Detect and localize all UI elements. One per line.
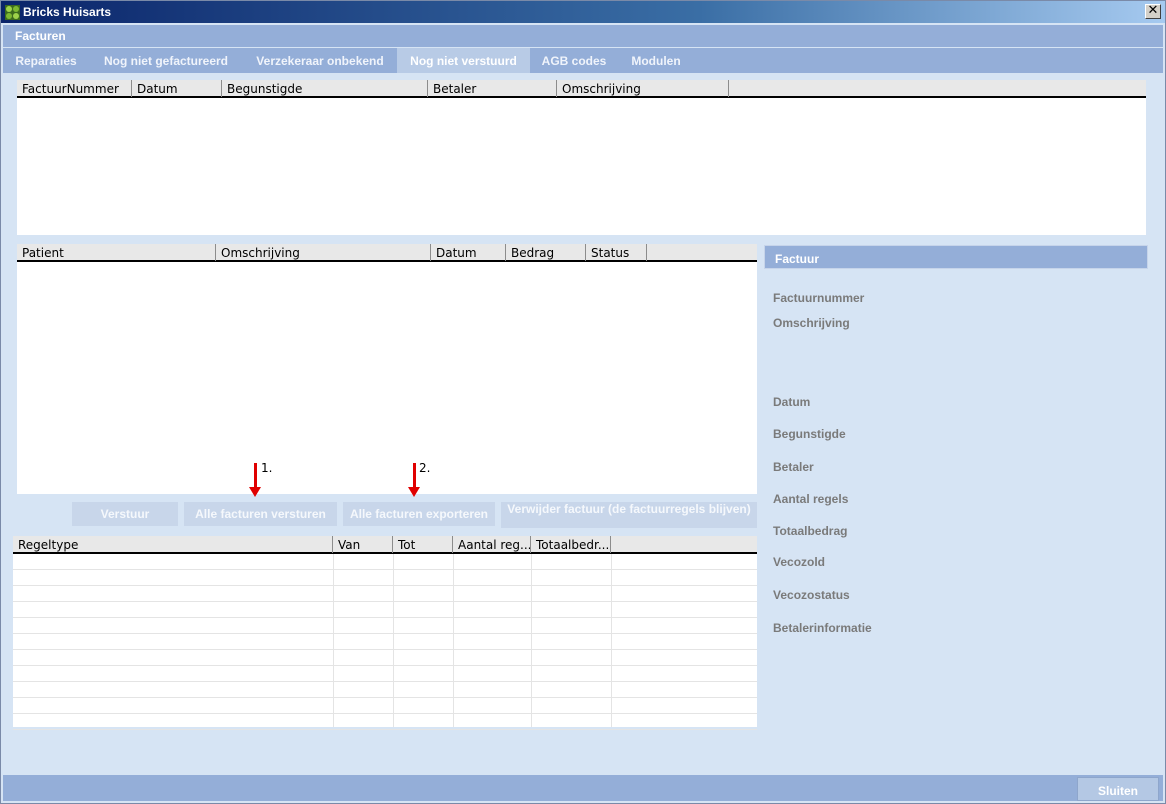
table-row[interactable] — [13, 682, 757, 698]
table-row[interactable] — [13, 618, 757, 634]
section-title: Facturen — [3, 25, 1163, 47]
patient-table-header: Patient Omschrijving Datum Bedrag Status — [17, 244, 757, 262]
table-row[interactable] — [13, 570, 757, 586]
table-row[interactable] — [13, 586, 757, 602]
column-header[interactable]: Regeltype — [13, 536, 333, 553]
footer-bar: Sluiten — [3, 775, 1163, 801]
column-header[interactable]: Datum — [431, 244, 506, 261]
field-label-begunstigde: Begunstigde — [773, 427, 846, 441]
arrow-down-icon — [408, 487, 420, 497]
tab-modulen[interactable]: Modulen — [618, 48, 694, 73]
app-window: Bricks Huisarts ✕ Facturen Reparaties No… — [0, 0, 1166, 804]
close-button[interactable]: Sluiten — [1077, 777, 1159, 801]
export-all-invoices-button[interactable]: Alle facturen exporteren — [343, 502, 495, 526]
column-header[interactable]: FactuurNummer — [17, 80, 132, 97]
annotation-arrow-1 — [254, 463, 257, 489]
column-header[interactable]: Omschrijving — [557, 80, 729, 97]
column-header[interactable]: Patient — [17, 244, 216, 261]
field-label-betalerinformatie: Betalerinformatie — [773, 621, 872, 635]
tab-nog-niet-gefactureerd[interactable]: Nog niet gefactureerd — [89, 48, 243, 73]
invoice-panel-header: Factuur — [764, 245, 1148, 269]
send-button[interactable]: Verstuur — [72, 502, 178, 526]
table-row[interactable] — [13, 714, 757, 730]
column-header[interactable]: Datum — [132, 80, 222, 97]
app-leaf-icon — [5, 5, 20, 20]
title-bar[interactable]: Bricks Huisarts ✕ — [1, 1, 1165, 23]
annotation-label-2: 2. — [419, 461, 431, 475]
send-all-invoices-button[interactable]: Alle facturen versturen — [184, 502, 337, 526]
column-header[interactable]: Totaalbedr... — [531, 536, 611, 553]
field-label-aantal-regels: Aantal regels — [773, 492, 849, 506]
close-icon: ✕ — [1147, 3, 1159, 18]
delete-invoice-button[interactable]: Verwijder factuur (de factuurregels blij… — [501, 502, 757, 528]
table-row[interactable] — [13, 650, 757, 666]
arrow-down-icon — [249, 487, 261, 497]
annotation-label-1: 1. — [261, 461, 273, 475]
column-header[interactable]: Omschrijving — [216, 244, 431, 261]
lines-table-header: Regeltype Van Tot Aantal reg... Totaalbe… — [13, 536, 757, 554]
tab-bar: Reparaties Nog niet gefactureerd Verzeke… — [3, 48, 1163, 73]
annotation-arrow-2 — [413, 463, 416, 489]
column-header[interactable]: Aantal reg... — [453, 536, 531, 553]
column-header[interactable]: Status — [586, 244, 647, 261]
column-divider — [453, 554, 454, 727]
window-title: Bricks Huisarts — [23, 5, 112, 19]
column-divider — [531, 554, 532, 727]
tab-reparaties[interactable]: Reparaties — [3, 48, 89, 73]
tab-agb-codes[interactable]: AGB codes — [530, 48, 618, 73]
field-label-totaalbedrag: Totaalbedrag — [773, 524, 848, 538]
tab-verzekeraar-onbekend[interactable]: Verzekeraar onbekend — [243, 48, 397, 73]
tab-nog-niet-verstuurd[interactable]: Nog niet verstuurd — [397, 48, 530, 73]
field-label-vecozold: Vecozold — [773, 555, 826, 569]
column-divider — [333, 554, 334, 727]
column-header[interactable]: Bedrag — [506, 244, 586, 261]
field-label-datum: Datum — [773, 395, 811, 409]
column-divider — [393, 554, 394, 727]
table-row[interactable] — [13, 698, 757, 714]
field-label-vecozostatus: Vecozostatus — [773, 588, 850, 602]
table-row[interactable] — [13, 634, 757, 650]
column-header[interactable]: Van — [333, 536, 393, 553]
table-row[interactable] — [13, 666, 757, 682]
invoice-table[interactable]: FactuurNummer Datum Begunstigde Betaler … — [17, 80, 1146, 235]
table-row[interactable] — [13, 602, 757, 618]
window-close-button[interactable]: ✕ — [1145, 4, 1161, 19]
table-row[interactable] — [13, 554, 757, 570]
field-label-omschrijving: Omschrijving — [773, 316, 850, 330]
column-header[interactable]: Tot — [393, 536, 453, 553]
patient-table[interactable]: Patient Omschrijving Datum Bedrag Status — [17, 244, 757, 494]
invoice-table-header: FactuurNummer Datum Begunstigde Betaler … — [17, 80, 1146, 98]
column-divider — [611, 554, 612, 727]
column-header[interactable]: Begunstigde — [222, 80, 428, 97]
field-label-betaler: Betaler — [773, 460, 814, 474]
invoice-lines-table[interactable]: Regeltype Van Tot Aantal reg... Totaalbe… — [13, 536, 757, 730]
column-header[interactable]: Betaler — [428, 80, 557, 97]
field-label-factuurnummer: Factuurnummer — [773, 291, 865, 305]
